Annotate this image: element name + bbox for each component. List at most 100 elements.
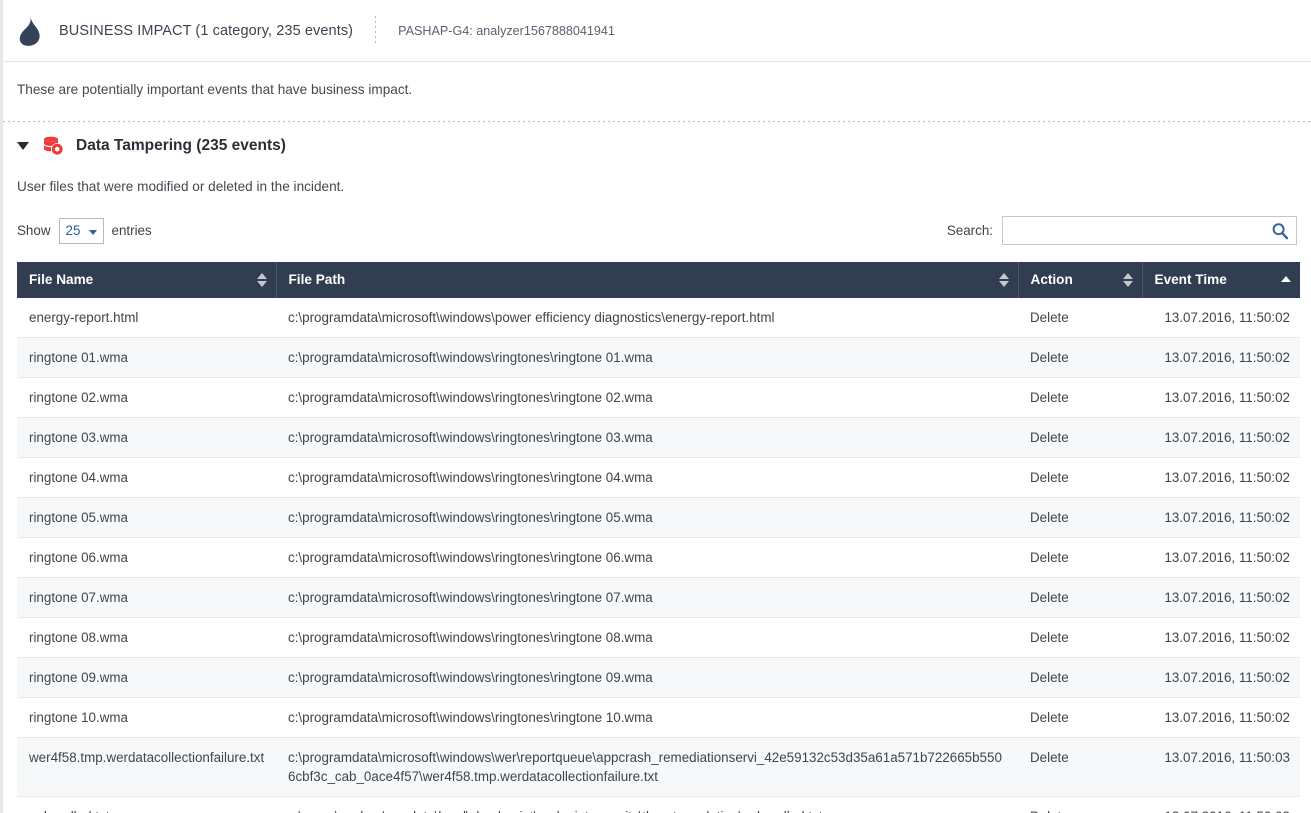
table-head: File Name File Path Action Event Time	[17, 262, 1300, 298]
cell-action: Delete	[1018, 497, 1142, 539]
cell-action: Delete	[1018, 537, 1142, 579]
search-group: Search:	[947, 216, 1297, 245]
cell-file-path: c:\programdata\microsoft\windows\rington…	[276, 417, 1018, 459]
cell-file-name: unhandled.txt	[17, 796, 276, 813]
cell-action: Delete	[1018, 457, 1142, 499]
cell-file-path: c:\programdata\microsoft\windows\power e…	[276, 298, 1018, 339]
cell-file-name: energy-report.html	[17, 298, 276, 339]
cell-event-time: 13.07.2016, 11:50:02	[1142, 697, 1300, 739]
table-row[interactable]: energy-report.html c:\programdata\microso…	[17, 298, 1300, 339]
table-row[interactable]: ringtone 06.wma c:\programdata\microsoft\…	[17, 537, 1300, 579]
column-header-event-time[interactable]: Event Time	[1142, 262, 1300, 298]
banner-title: BUSINESS IMPACT (1 category, 235 events)	[59, 22, 354, 39]
table-row[interactable]: ringtone 10.wma c:\programdata\microsoft\…	[17, 697, 1300, 739]
table-header-row: File Name File Path Action Event Time	[17, 262, 1300, 298]
table-row[interactable]: ringtone 03.wma c:\programdata\microsoft\…	[17, 417, 1300, 459]
section-title: Data Tampering (235 events)	[76, 137, 286, 154]
cell-event-time: 13.07.2016, 11:50:02	[1142, 537, 1300, 579]
cell-file-name: ringtone 01.wma	[17, 337, 276, 379]
search-label: Search:	[946, 223, 993, 238]
cell-file-path: c:\programdata\microsoft\windows\rington…	[276, 617, 1018, 659]
cell-file-name: ringtone 09.wma	[17, 657, 276, 699]
cell-action: Delete	[1018, 298, 1142, 339]
banner-separator	[375, 15, 377, 46]
cell-file-path: c:\programdata\microsoft\windows\rington…	[276, 537, 1018, 579]
cell-event-time: 13.07.2016, 11:50:03	[1142, 737, 1300, 798]
data-tampering-section-header[interactable]: Data Tampering (235 events)	[3, 122, 1311, 157]
cell-file-name: ringtone 07.wma	[17, 577, 276, 619]
chevron-down-icon	[88, 229, 97, 235]
cell-event-time: 13.07.2016, 11:50:02	[1142, 337, 1300, 379]
cell-action: Delete	[1018, 737, 1142, 798]
entries-per-page-select[interactable]: 25	[58, 217, 104, 244]
column-header-event-time-label: Event Time	[1154, 272, 1227, 287]
section-description: User files that were modified or deleted…	[17, 179, 345, 194]
search-input[interactable]	[1003, 217, 1296, 244]
table-row[interactable]: unhandled.txtc:\users\pashap\appdata\loc…	[17, 796, 1300, 813]
cell-file-name: ringtone 02.wma	[17, 377, 276, 419]
cell-event-time: 13.07.2016, 11:50:02	[1142, 617, 1300, 659]
cell-file-name: ringtone 08.wma	[17, 617, 276, 659]
caret-down-icon[interactable]	[17, 142, 29, 150]
banner-subtitle: PASHAP-G4: analyzer1567888041941	[398, 23, 615, 38]
search-box[interactable]	[1002, 216, 1297, 245]
table-container: File Name File Path Action Event Time en…	[3, 245, 1311, 813]
database-tamper-icon	[42, 135, 64, 157]
table-row[interactable]: ringtone 05.wma c:\programdata\microsoft\…	[17, 497, 1300, 539]
cell-file-name: ringtone 05.wma	[17, 497, 276, 539]
page-banner: BUSINESS IMPACT (1 category, 235 events)…	[3, 0, 1311, 62]
sort-icon-action[interactable]	[1122, 272, 1133, 288]
cell-event-time: 13.07.2016, 11:50:02	[1142, 657, 1300, 699]
table-controls: Show 25 entries Search:	[3, 194, 1311, 245]
column-header-file-path-label: File Path	[288, 272, 346, 287]
intro-text: These are potentially important events t…	[17, 82, 413, 97]
cell-file-path: c:\programdata\microsoft\windows\rington…	[276, 457, 1018, 499]
cell-file-path: c:\programdata\microsoft\windows\rington…	[276, 577, 1018, 619]
cell-file-path: c:\programdata\microsoft\windows\rington…	[276, 697, 1018, 739]
sort-icon-file-path[interactable]	[998, 272, 1009, 288]
cell-action: Delete	[1018, 796, 1142, 813]
cell-file-path: c:\programdata\microsoft\windows\wer\rep…	[276, 737, 1018, 798]
cell-action: Delete	[1018, 337, 1142, 379]
sort-icon-file-name[interactable]	[256, 272, 267, 288]
column-header-action-label: Action	[1030, 272, 1073, 287]
table-row[interactable]: ringtone 01.wma c:\programdata\microsoft\…	[17, 337, 1300, 379]
cell-file-path: c:\programdata\microsoft\windows\rington…	[276, 337, 1018, 379]
cell-file-name: ringtone 03.wma	[17, 417, 276, 459]
table-row[interactable]: wer4f58.tmp.werdatacollectionfailure.txt…	[17, 737, 1300, 798]
cell-file-path: c:\programdata\microsoft\windows\rington…	[276, 377, 1018, 419]
report-page: BUSINESS IMPACT (1 category, 235 events)…	[0, 0, 1311, 813]
show-label: Show	[17, 223, 51, 238]
table-row[interactable]: ringtone 02.wma c:\programdata\microsoft\…	[17, 377, 1300, 419]
table-row[interactable]: ringtone 08.wma c:\programdata\microsoft\…	[17, 617, 1300, 659]
search-icon[interactable]	[1271, 222, 1289, 240]
cell-file-path: c:\users\pashap\appdata\local\checkpoint…	[276, 796, 1018, 813]
data-tampering-table: File Name File Path Action Event Time en…	[17, 262, 1300, 813]
table-row[interactable]: ringtone 09.wma c:\programdata\microsoft\…	[17, 657, 1300, 699]
entries-per-page-value: 25	[65, 223, 81, 238]
column-header-file-path[interactable]: File Path	[276, 262, 1019, 298]
cell-file-path: c:\programdata\microsoft\windows\rington…	[276, 497, 1018, 539]
table-body: energy-report.html c:\programdata\microso…	[17, 298, 1300, 813]
column-header-action[interactable]: Action	[1018, 262, 1143, 298]
sort-icon-event-time-ascending[interactable]	[1281, 272, 1291, 288]
column-header-file-name[interactable]: File Name	[17, 262, 277, 298]
cell-event-time: 13.07.2016, 11:50:02	[1142, 298, 1300, 339]
cell-file-name: ringtone 10.wma	[17, 697, 276, 739]
cell-event-time: 13.07.2016, 11:50:02	[1142, 457, 1300, 499]
cell-action: Delete	[1018, 377, 1142, 419]
cell-event-time: 13.07.2016, 11:50:03	[1142, 796, 1300, 813]
flame-icon	[17, 16, 43, 46]
table-row[interactable]: ringtone 04.wma c:\programdata\microsoft\…	[17, 457, 1300, 499]
table-row[interactable]: ringtone 07.wma c:\programdata\microsoft\…	[17, 577, 1300, 619]
cell-file-name: ringtone 04.wma	[17, 457, 276, 499]
show-entries-group: Show 25 entries	[17, 217, 152, 244]
cell-action: Delete	[1018, 617, 1142, 659]
entries-label: entries	[111, 223, 152, 238]
cell-file-path: c:\programdata\microsoft\windows\rington…	[276, 657, 1018, 699]
column-header-file-name-label: File Name	[29, 272, 94, 287]
cell-event-time: 13.07.2016, 11:50:02	[1142, 577, 1300, 619]
cell-action: Delete	[1018, 697, 1142, 739]
cell-event-time: 13.07.2016, 11:50:02	[1142, 497, 1300, 539]
cell-event-time: 13.07.2016, 11:50:02	[1142, 417, 1300, 459]
